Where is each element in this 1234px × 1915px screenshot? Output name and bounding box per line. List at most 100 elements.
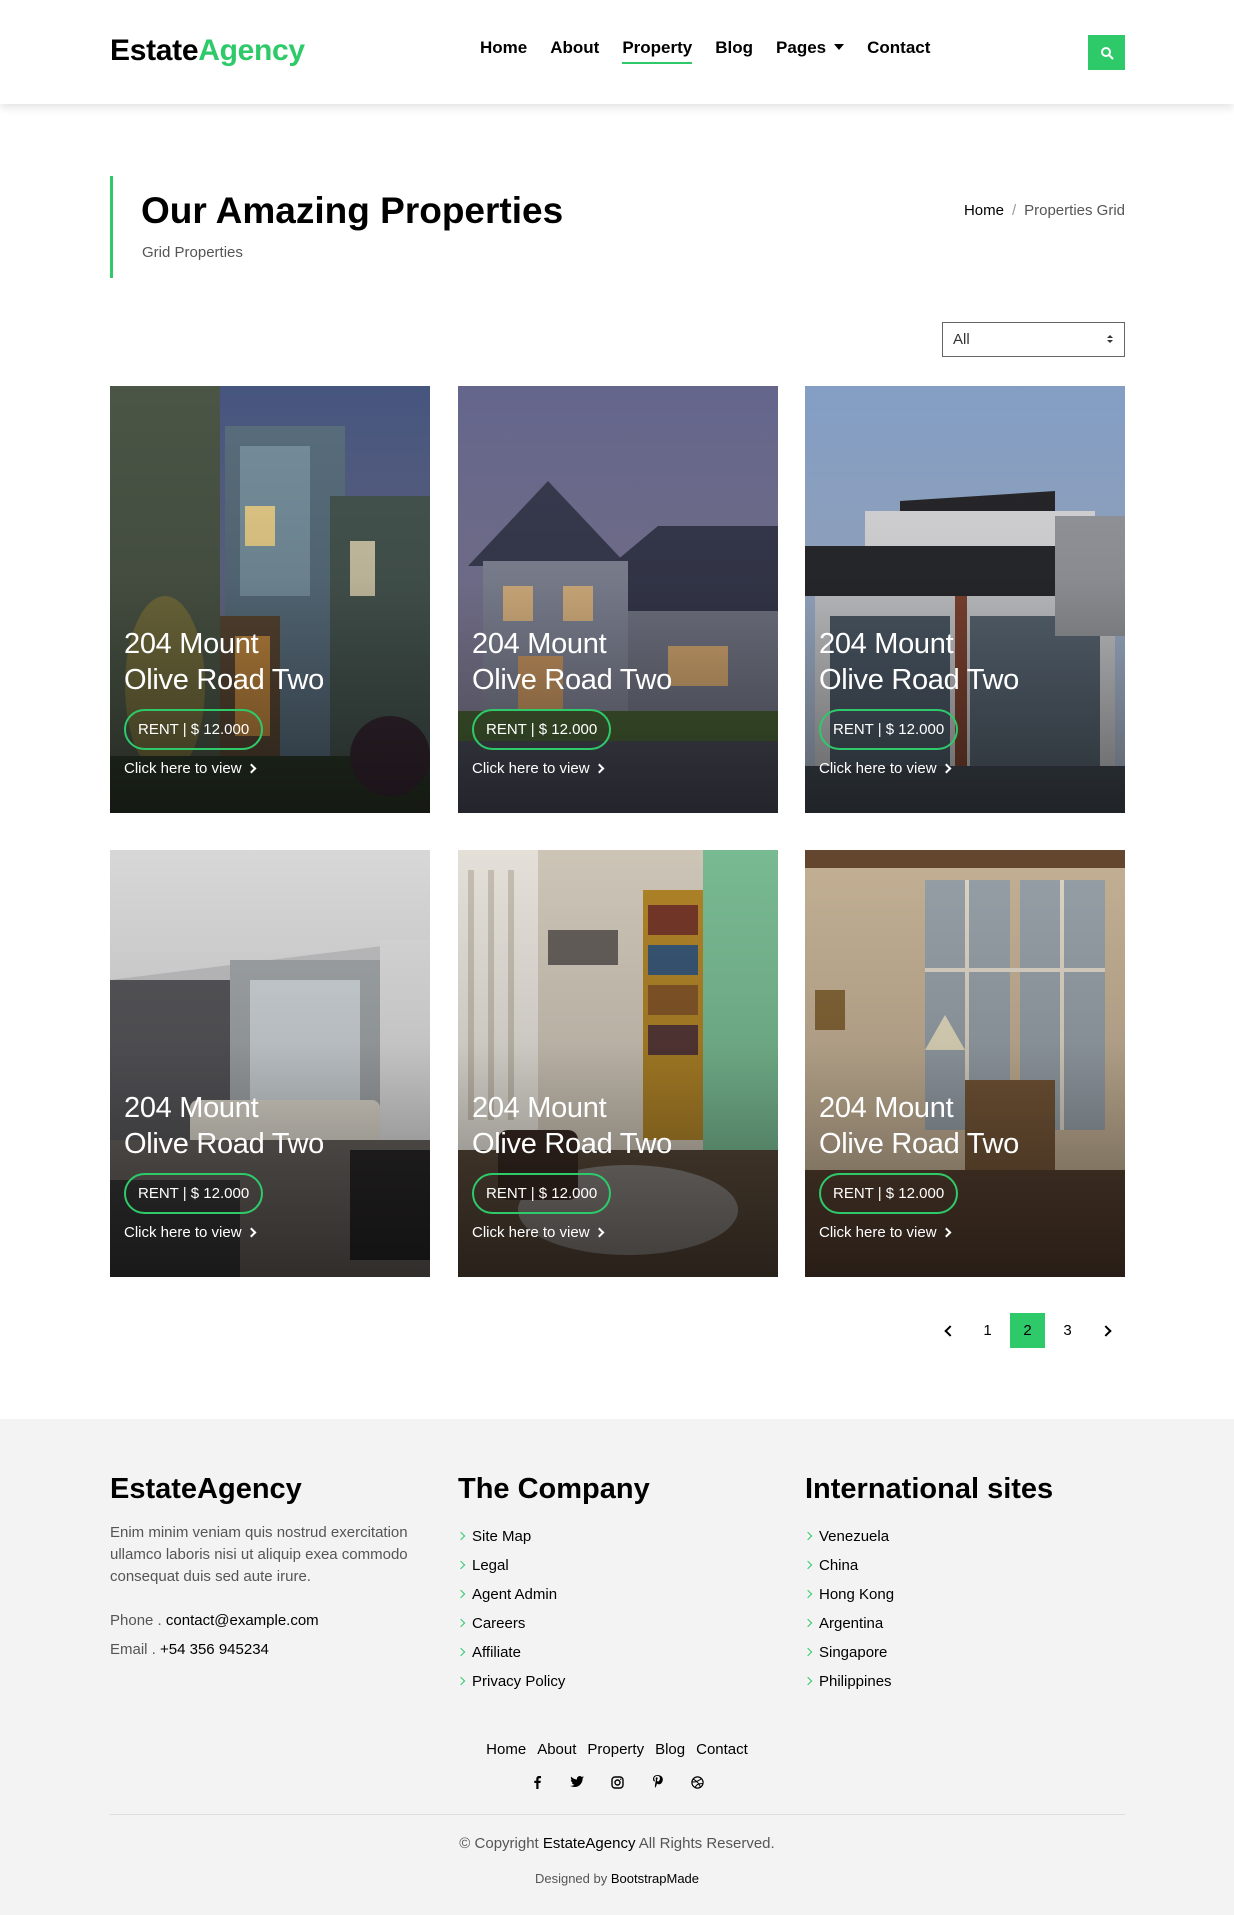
phone-label: Phone .: [110, 1612, 162, 1629]
property-card[interactable]: 204 Mount Olive Road Two RENT | $ 12.000 …: [110, 850, 430, 1277]
footer-link-agent-admin[interactable]: Agent Admin: [456, 1580, 650, 1609]
email-label: Email .: [110, 1641, 156, 1658]
nav-contact[interactable]: Contact: [867, 38, 930, 64]
footer-link-philippines[interactable]: Philippines: [803, 1667, 1053, 1696]
main-nav: Home About Property Blog Pages Contact: [480, 38, 930, 64]
footer-nav-property[interactable]: Property: [587, 1741, 644, 1758]
copyright: © Copyright EstateAgency All Rights Rese…: [0, 1835, 1234, 1852]
title-accent-bar: [110, 176, 113, 278]
nav-home[interactable]: Home: [480, 38, 527, 64]
nav-about[interactable]: About: [550, 38, 599, 64]
property-card[interactable]: 204 Mount Olive Road Two RENT | $ 12.000 …: [458, 386, 778, 813]
card-title-line1: 204 Mount: [819, 628, 954, 660]
pagination-page-current[interactable]: 2: [1010, 1313, 1045, 1348]
chevron-right-icon: [456, 1618, 466, 1628]
breadcrumb: Home / Properties Grid: [964, 202, 1125, 219]
instagram-icon[interactable]: [608, 1773, 626, 1791]
twitter-icon[interactable]: [568, 1773, 586, 1791]
pagination-next[interactable]: [1090, 1313, 1125, 1348]
chevron-right-icon: [456, 1531, 466, 1541]
footer-link-label: Philippines: [819, 1673, 892, 1690]
facebook-icon[interactable]: [528, 1773, 546, 1791]
footer-nav-about[interactable]: About: [537, 1741, 576, 1758]
card-title[interactable]: 204 Mount Olive Road Two: [472, 626, 772, 698]
footer-link-affiliate[interactable]: Affiliate: [456, 1638, 650, 1667]
property-card[interactable]: 204 Mount Olive Road Two RENT | $ 12.000 …: [805, 386, 1125, 813]
footer-link-hong-kong[interactable]: Hong Kong: [803, 1580, 1053, 1609]
card-title-line2: Olive Road Two: [819, 1128, 1019, 1160]
chevron-right-icon: [594, 763, 604, 774]
view-link-label: Click here to view: [472, 760, 590, 777]
breadcrumb-home[interactable]: Home: [964, 202, 1004, 219]
chevron-right-icon: [803, 1647, 813, 1657]
chevron-right-icon: [1099, 1324, 1112, 1337]
footer-link-privacy-policy[interactable]: Privacy Policy: [456, 1667, 650, 1696]
card-title[interactable]: 204 Mount Olive Road Two: [819, 1090, 1119, 1162]
card-title-line1: 204 Mount: [819, 1092, 954, 1124]
pagination-page[interactable]: 1: [970, 1313, 1005, 1348]
footer-link-site-map[interactable]: Site Map: [456, 1522, 650, 1551]
chevron-right-icon: [803, 1531, 813, 1541]
phone-value[interactable]: contact@example.com: [166, 1612, 319, 1629]
footer-contact: Phone . contact@example.com Email . +54 …: [110, 1606, 415, 1664]
footer-link-china[interactable]: China: [803, 1551, 1053, 1580]
nav-pages-dropdown[interactable]: Pages: [776, 38, 845, 64]
view-link[interactable]: Click here to view: [124, 1224, 256, 1241]
price-badge: RENT | $ 12.000: [124, 709, 264, 750]
property-card[interactable]: 204 Mount Olive Road Two RENT | $ 12.000 …: [805, 850, 1125, 1277]
card-title[interactable]: 204 Mount Olive Road Two: [124, 626, 424, 698]
email-value[interactable]: +54 356 945234: [160, 1641, 269, 1658]
chevron-right-icon: [246, 1227, 256, 1238]
view-link[interactable]: Click here to view: [819, 1224, 951, 1241]
footer-international-title: International sites: [805, 1473, 1054, 1505]
footer-link-singapore[interactable]: Singapore: [803, 1638, 1053, 1667]
footer-nav-home[interactable]: Home: [486, 1741, 526, 1758]
credits: Designed by BootstrapMade: [0, 1871, 1234, 1886]
footer-link-venezuela[interactable]: Venezuela: [803, 1522, 1053, 1551]
price-badge: RENT | $ 12.000: [472, 1173, 612, 1214]
brand-logo[interactable]: EstateAgency: [110, 34, 305, 68]
footer-phone: Phone . contact@example.com: [110, 1606, 415, 1635]
card-title[interactable]: 204 Mount Olive Road Two: [472, 1090, 772, 1162]
footer-nav: Home About Property Blog Contact: [0, 1741, 1234, 1758]
chevron-left-icon: [943, 1324, 956, 1337]
footer-link-label: Privacy Policy: [472, 1673, 566, 1690]
footer-link-careers[interactable]: Careers: [456, 1609, 650, 1638]
search-button[interactable]: [1088, 35, 1125, 70]
pagination-prev[interactable]: [930, 1313, 965, 1348]
footer-link-label: Site Map: [472, 1528, 532, 1545]
page-intro: Our Amazing Properties Grid Properties H…: [110, 176, 1125, 278]
pinterest-icon[interactable]: [648, 1773, 666, 1791]
filter-selected-value: All: [953, 331, 970, 348]
property-card[interactable]: 204 Mount Olive Road Two RENT | $ 12.000 …: [110, 386, 430, 813]
pagination-page[interactable]: 3: [1050, 1313, 1085, 1348]
footer-nav-blog[interactable]: Blog: [655, 1741, 685, 1758]
breadcrumb-current: Properties Grid: [1024, 202, 1125, 219]
chevron-right-icon: [803, 1589, 813, 1599]
property-card[interactable]: 204 Mount Olive Road Two RENT | $ 12.000 …: [458, 850, 778, 1277]
view-link[interactable]: Click here to view: [472, 1224, 604, 1241]
footer-international-links: Venezuela China Hong Kong Argentina Sing…: [803, 1522, 1053, 1696]
property-filter-select[interactable]: All: [942, 322, 1125, 357]
chevron-right-icon: [246, 763, 256, 774]
footer: EstateAgency Enim minim veniam quis nost…: [0, 1419, 1234, 1915]
card-title-line2: Olive Road Two: [124, 1128, 324, 1160]
brand-name-part2: Agency: [198, 34, 305, 67]
footer-description: Enim minim veniam quis nostrud exercitat…: [110, 1524, 408, 1585]
nav-property[interactable]: Property: [622, 38, 692, 64]
view-link[interactable]: Click here to view: [819, 760, 951, 777]
card-title[interactable]: 204 Mount Olive Road Two: [124, 1090, 424, 1162]
card-title[interactable]: 204 Mount Olive Road Two: [819, 626, 1119, 698]
footer-link-argentina[interactable]: Argentina: [803, 1609, 1053, 1638]
nav-blog[interactable]: Blog: [715, 38, 753, 64]
view-link-label: Click here to view: [819, 1224, 937, 1241]
dribbble-icon[interactable]: [688, 1773, 706, 1791]
footer-nav-contact[interactable]: Contact: [696, 1741, 748, 1758]
view-link[interactable]: Click here to view: [124, 760, 256, 777]
card-title-line2: Olive Road Two: [472, 1128, 672, 1160]
chevron-right-icon: [456, 1676, 466, 1686]
credits-link[interactable]: BootstrapMade: [611, 1871, 699, 1886]
footer-brand-title: EstateAgency: [110, 1473, 302, 1505]
view-link[interactable]: Click here to view: [472, 760, 604, 777]
footer-link-legal[interactable]: Legal: [456, 1551, 650, 1580]
